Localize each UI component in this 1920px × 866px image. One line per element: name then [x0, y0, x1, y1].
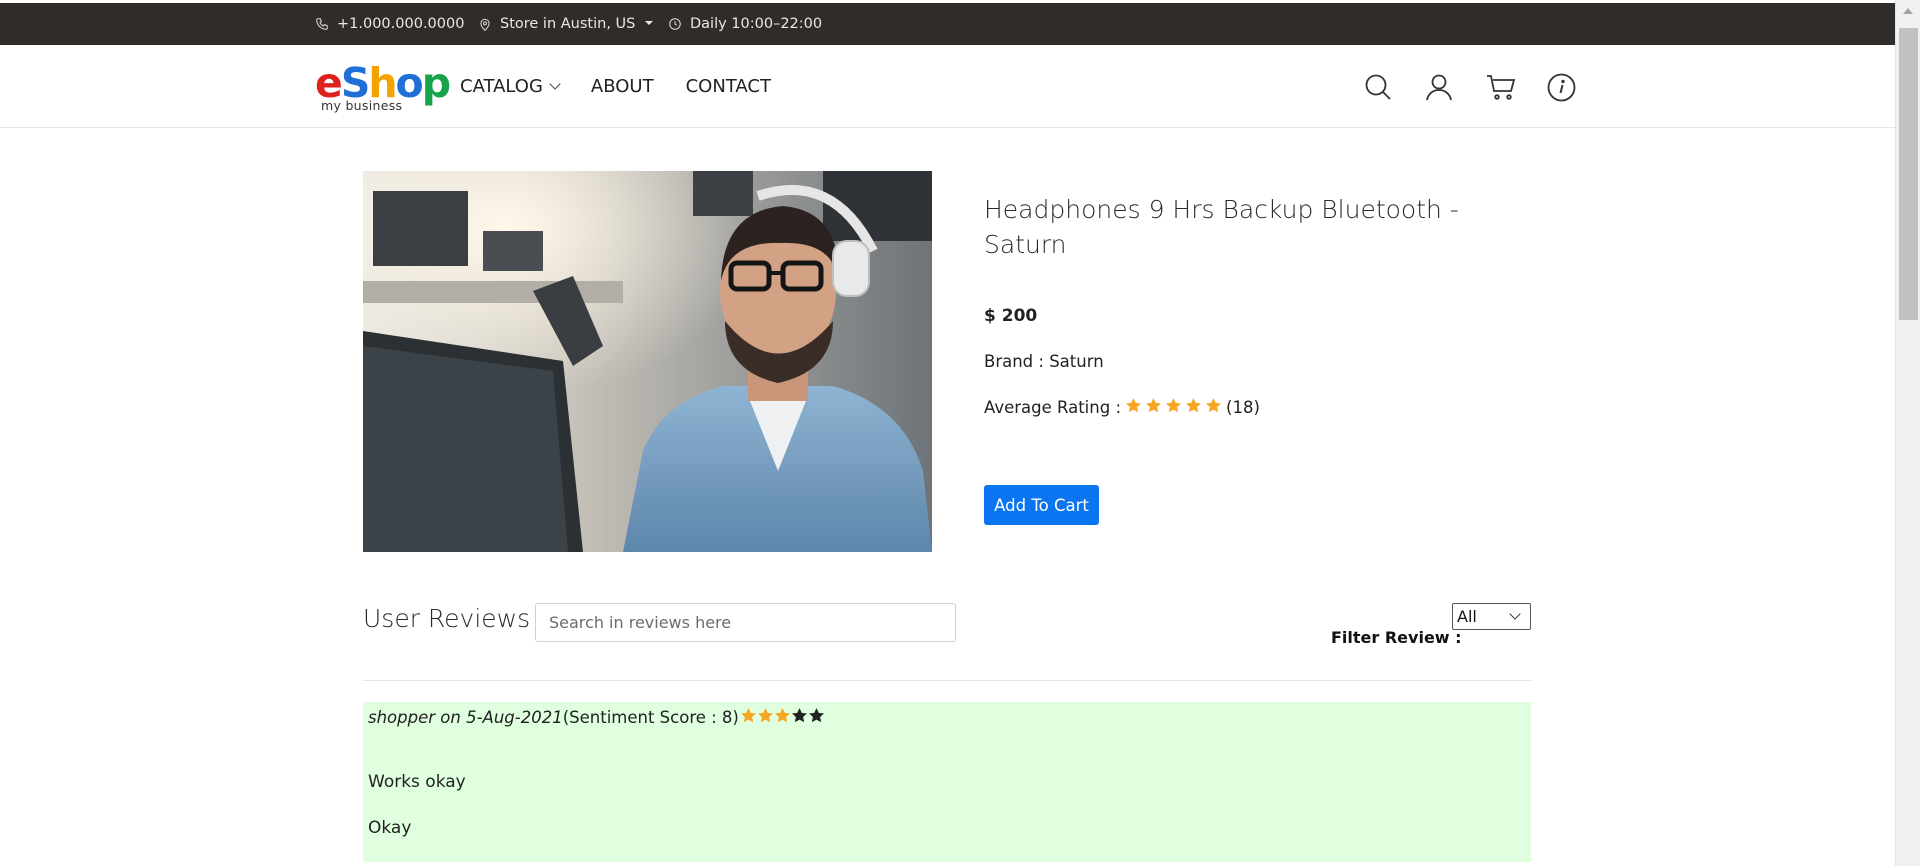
scroll-up-arrow-icon[interactable]: [1903, 8, 1913, 14]
eshop-logo[interactable]: eShop my business: [315, 59, 451, 114]
logo-letter: p: [421, 59, 451, 107]
review-item: shopper on 5-Aug-2021 (Sentiment Score :…: [363, 702, 1531, 862]
logo-letter: o: [395, 59, 424, 107]
nav-about[interactable]: ABOUT: [591, 76, 654, 97]
scrollbar-thumb[interactable]: [1899, 28, 1918, 320]
main-nav: CATALOG ABOUT CONTACT: [460, 45, 771, 128]
info-icon[interactable]: [1547, 69, 1608, 105]
main-header: eShop my business CATALOG ABOUT CONTACT: [0, 45, 1895, 128]
nav-catalog[interactable]: CATALOG: [460, 76, 561, 97]
page: +1.000.000.0000 Store in Austin, US Dail…: [0, 0, 1895, 866]
nav-about-label: ABOUT: [590, 76, 654, 97]
clock-icon: [668, 17, 682, 31]
logo-letter: h: [368, 59, 397, 107]
review-title: Works okay: [368, 772, 466, 792]
review-header: shopper on 5-Aug-2021 (Sentiment Score :…: [368, 707, 825, 728]
header-actions: [1364, 69, 1608, 105]
star-icon: [1125, 397, 1142, 418]
caret-down-icon: [645, 20, 654, 25]
star-filled-icon: [757, 707, 774, 728]
nav-contact[interactable]: CONTACT: [686, 76, 771, 97]
star-filled-icon: [740, 707, 757, 728]
store-hours: Daily 10:00–22:00: [690, 16, 823, 32]
review-sentiment: (Sentiment Score : 8): [562, 708, 739, 727]
filter-review-select[interactable]: All: [1452, 603, 1531, 630]
star-empty-icon: [791, 707, 808, 728]
star-empty-icon: [808, 707, 825, 728]
product-image: [363, 171, 932, 552]
store-location: Store in Austin, US: [500, 16, 636, 32]
nav-catalog-label: CATALOG: [460, 76, 543, 97]
cart-icon[interactable]: [1486, 69, 1547, 105]
logo-wordmark: eShop: [315, 59, 451, 107]
rating-stars: [1125, 397, 1222, 418]
user-icon[interactable]: [1425, 69, 1486, 105]
top-info-bar: +1.000.000.0000 Store in Austin, US Dail…: [0, 3, 1895, 45]
logo-letter: e: [315, 59, 343, 107]
star-icon: [1145, 397, 1162, 418]
rating-count: (18): [1226, 398, 1260, 417]
product-title: Headphones 9 Hrs Backup Bluetooth - Satu…: [984, 195, 1459, 259]
hours-info: Daily 10:00–22:00: [668, 3, 822, 45]
reviews-divider: [363, 680, 1531, 681]
phone-number: +1.000.000.0000: [337, 16, 465, 32]
star-icon: [1165, 397, 1182, 418]
chevron-down-icon: [1509, 608, 1521, 620]
review-body: Okay: [368, 818, 412, 838]
logo-letter: S: [340, 59, 370, 107]
store-selector[interactable]: Store in Austin, US: [478, 3, 654, 45]
search-icon[interactable]: [1364, 69, 1425, 105]
reviews-heading: User Reviews: [363, 604, 531, 633]
review-search-input[interactable]: [535, 603, 956, 642]
star-icon: [1185, 397, 1202, 418]
average-rating: Average Rating : (18): [984, 397, 1260, 418]
review-author-date: shopper on 5-Aug-2021: [368, 708, 563, 727]
phone-info[interactable]: +1.000.000.0000: [315, 3, 464, 45]
logo-tagline: my business: [321, 98, 403, 113]
chevron-down-icon: [549, 78, 561, 90]
phone-icon: [315, 17, 329, 31]
star-icon: [1205, 397, 1222, 418]
location-pin-icon: [478, 17, 492, 32]
filter-review-value: All: [1457, 607, 1477, 626]
nav-contact-label: CONTACT: [685, 76, 771, 97]
filter-review-label: Filter Review :: [1331, 628, 1462, 647]
add-to-cart-button[interactable]: Add To Cart: [984, 485, 1099, 525]
page-scrollbar[interactable]: [1895, 0, 1920, 866]
review-stars: [740, 707, 825, 728]
star-filled-icon: [774, 707, 791, 728]
product-brand: Brand : Saturn: [984, 352, 1104, 371]
rating-label: Average Rating :: [984, 398, 1122, 417]
product-price: $ 200: [984, 306, 1038, 326]
